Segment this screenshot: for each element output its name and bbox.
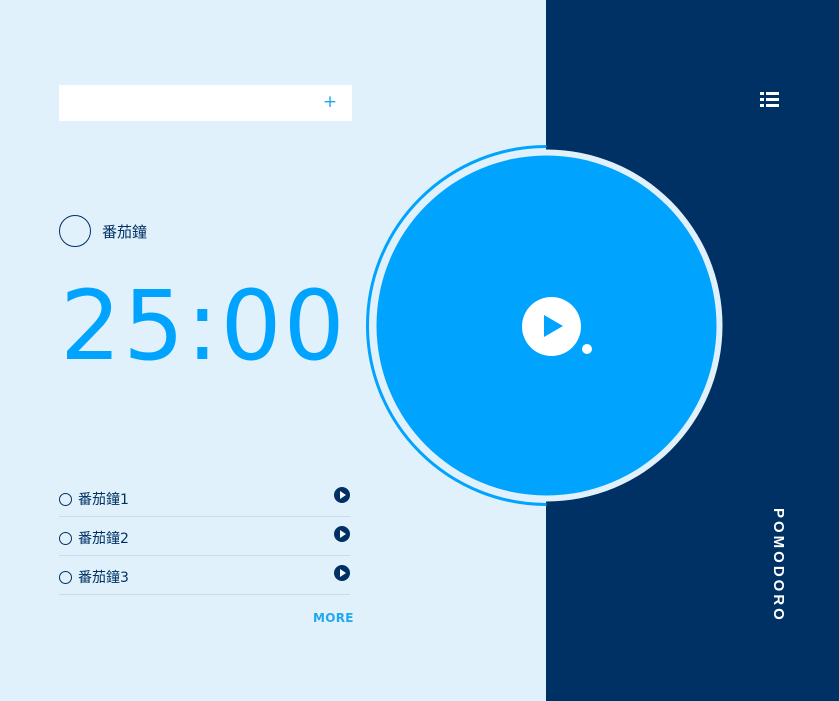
play-icon[interactable] — [334, 565, 350, 581]
task-label: 番茄鐘1 — [78, 491, 129, 508]
task-row: 番茄鐘1 — [59, 478, 350, 517]
play-icon[interactable] — [334, 526, 350, 542]
current-task-checkbox[interactable] — [59, 215, 91, 247]
task-checkbox[interactable] — [59, 531, 72, 545]
list-icon-svg — [760, 92, 779, 107]
task-label: 番茄鐘2 — [78, 530, 129, 547]
current-task-label: 番茄鐘 — [102, 222, 148, 241]
timer-display: 25:00 — [60, 270, 347, 382]
list-icon[interactable] — [760, 91, 780, 108]
play-icon[interactable] — [522, 297, 581, 356]
task-label: 番茄鐘3 — [78, 569, 129, 586]
task-checkbox[interactable] — [59, 570, 72, 584]
current-task: 番茄鐘 — [59, 215, 147, 247]
add-task-box: + — [59, 85, 352, 121]
task-checkbox[interactable] — [59, 492, 72, 506]
task-row: 番茄鐘3 — [59, 556, 350, 595]
plus-icon[interactable]: + — [322, 92, 338, 112]
progress-dot — [582, 344, 592, 354]
play-icon[interactable] — [334, 487, 350, 503]
task-row: 番茄鐘2 — [59, 517, 350, 556]
more-link[interactable]: MORE — [313, 611, 354, 625]
brand-title: POMODORO — [770, 508, 787, 623]
task-list: 番茄鐘1 番茄鐘2 番茄鐘3 — [59, 478, 350, 595]
add-task-input[interactable] — [59, 85, 314, 121]
